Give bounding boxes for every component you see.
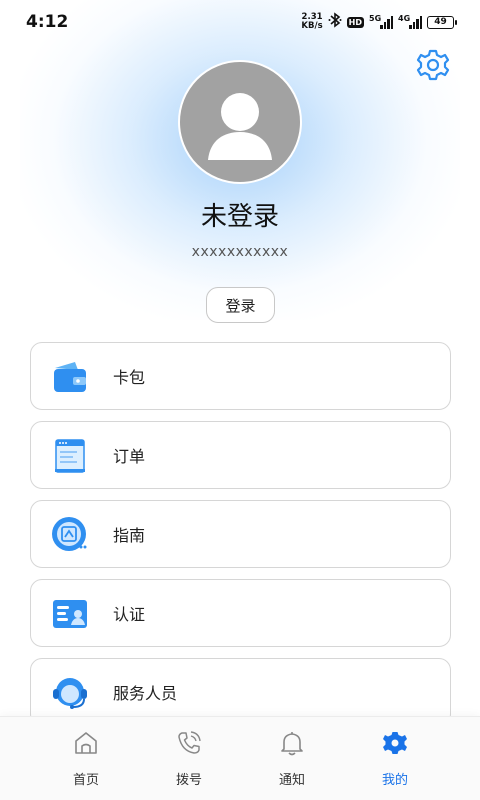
account-number: xxxxxxxxxxx (191, 244, 289, 260)
profile-gear-icon (381, 729, 409, 757)
bottom-tab-bar: 首页 拨号 通知 我的 (0, 716, 480, 800)
id-card-icon (51, 595, 89, 633)
net-speed-unit: KB/s (301, 21, 323, 31)
menu-item-orders[interactable]: 订单 (30, 421, 451, 489)
user-name: 未登录 (200, 202, 279, 232)
default-avatar-icon[interactable] (178, 60, 302, 184)
login-button[interactable]: 登录 (206, 287, 275, 323)
menu-item-wallet[interactable]: 卡包 (30, 342, 451, 410)
home-icon (72, 729, 100, 757)
phone-icon (175, 729, 203, 757)
signal-icon-2: 4G (398, 13, 422, 29)
status-time: 4:12 (26, 12, 69, 32)
net-speed: 2.31 KB/s (301, 13, 322, 31)
bell-icon (278, 729, 306, 757)
bluetooth-icon (328, 12, 342, 32)
sim1-label: 5G (369, 13, 382, 23)
signal-icon: 5G (369, 13, 393, 29)
menu-item-label: 服务人员 (113, 684, 178, 703)
tab-mine[interactable]: 我的 (345, 717, 445, 800)
customer-service-icon (51, 674, 89, 712)
menu-item-label: 认证 (113, 605, 146, 624)
status-icons: 2.31 KB/s HD 5G 4G 49 (301, 12, 457, 32)
tab-notifications[interactable]: 通知 (242, 717, 342, 800)
order-document-icon (51, 437, 89, 475)
menu-item-guide[interactable]: 指南 (30, 500, 451, 568)
tab-label: 我的 (381, 773, 408, 788)
tab-dial[interactable]: 拨号 (139, 717, 239, 800)
hd-badge: HD (346, 16, 364, 28)
sim2-label: 4G (398, 13, 411, 23)
menu-item-label: 卡包 (113, 368, 146, 387)
guide-icon (51, 516, 89, 554)
tab-label: 首页 (72, 773, 99, 788)
settings-gear-icon[interactable] (416, 48, 450, 82)
tab-label: 拨号 (175, 773, 202, 788)
menu-item-label: 订单 (113, 447, 146, 466)
menu-item-verification[interactable]: 认证 (30, 579, 451, 647)
wallet-icon (51, 358, 89, 396)
menu-item-label: 指南 (113, 526, 146, 545)
tab-label: 通知 (278, 773, 305, 788)
battery-icon: 49 (427, 15, 457, 29)
tab-home[interactable]: 首页 (36, 717, 136, 800)
status-bar: 4:12 2.31 KB/s HD 5G 4G 49 (0, 0, 480, 44)
